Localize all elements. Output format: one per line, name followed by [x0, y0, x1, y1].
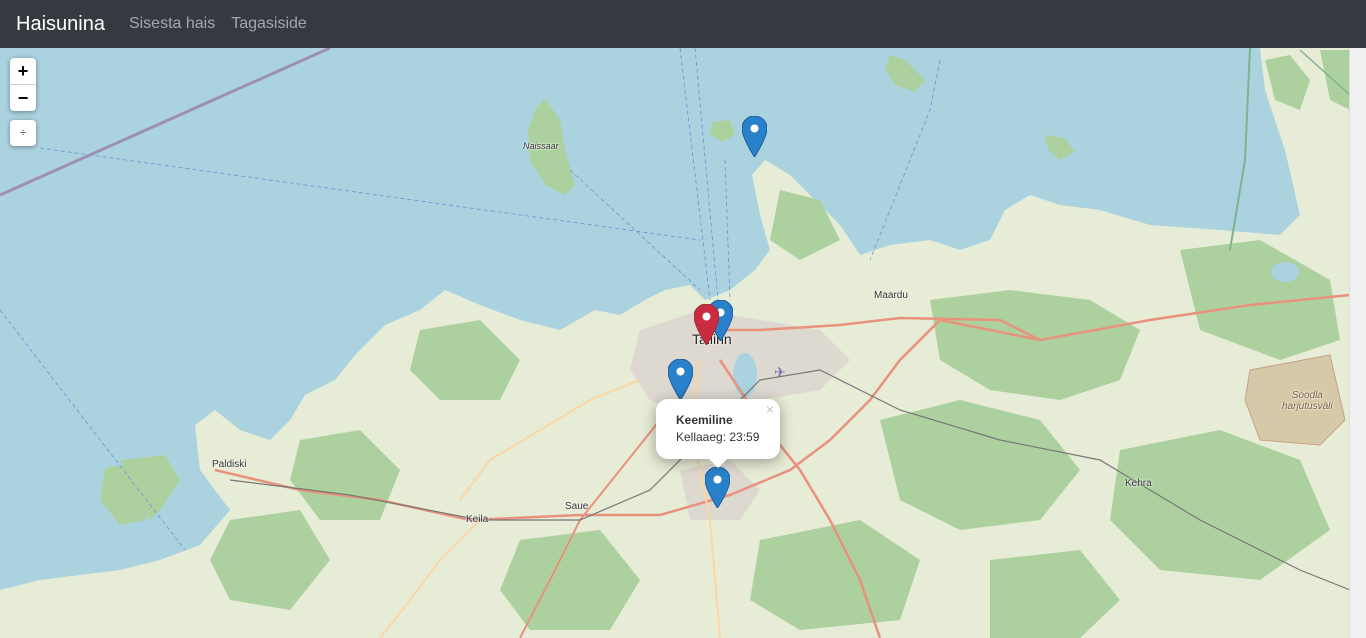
svg-text:✈: ✈ [774, 365, 786, 381]
page-scrollbar[interactable] [1349, 48, 1366, 638]
nav-link-sisesta-hais[interactable]: Sisesta hais [129, 15, 215, 33]
label-keila: Keila [466, 514, 489, 525]
navbar: Haisunina Sisesta hais Tagasiside [0, 0, 1366, 48]
map-marker-blue[interactable] [668, 359, 693, 400]
map-marker-blue[interactable] [705, 467, 730, 508]
popup-tip [708, 458, 728, 468]
map-tiles: ✈ [0, 48, 1350, 638]
locate-button[interactable]: ÷ [10, 120, 36, 146]
label-soodla: Soodla harjutusväli [1282, 390, 1333, 412]
zoom-out-button[interactable]: − [10, 84, 36, 111]
brand-link[interactable]: Haisunina [16, 13, 105, 36]
popup-time: Kellaaeg: 23:59 [676, 430, 760, 444]
map-marker-red[interactable] [694, 304, 719, 345]
marker-popup: × Keemiline Kellaaeg: 23:59 [656, 399, 780, 468]
nav-link-tagasiside[interactable]: Tagasiside [231, 15, 307, 33]
popup-close-button[interactable]: × [766, 401, 774, 417]
label-naissaar: Naissaar [523, 141, 559, 151]
map-container[interactable]: ✈ Tallinn Maardu Paldiski Keila Saue Keh… [0, 48, 1350, 638]
map-marker-blue[interactable] [742, 116, 767, 157]
label-kehra: Kehra [1125, 478, 1152, 489]
popup-title: Keemiline [676, 413, 733, 427]
zoom-control: + − [10, 58, 36, 111]
label-paldiski: Paldiski [212, 459, 247, 470]
zoom-in-button[interactable]: + [10, 58, 36, 84]
label-saue: Saue [565, 501, 589, 512]
label-maardu: Maardu [874, 290, 908, 301]
